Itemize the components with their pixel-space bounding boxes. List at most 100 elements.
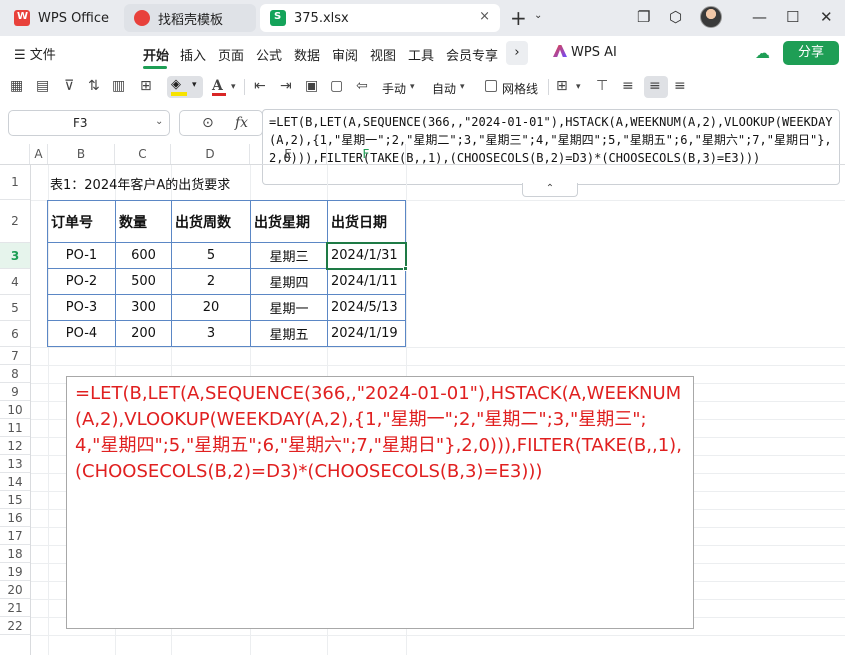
wps-ai-button[interactable]: WPS AI: [553, 45, 617, 60]
table-header-cell[interactable]: 出货星期: [250, 200, 328, 243]
name-box[interactable]: F3 ⌄: [8, 110, 170, 136]
row-header[interactable]: 2: [0, 200, 30, 243]
tab-tools[interactable]: 工具: [408, 45, 434, 64]
row-header[interactable]: 1: [0, 165, 30, 200]
chevron-down-icon[interactable]: ⌄: [155, 116, 163, 127]
table-cell[interactable]: PO-3: [47, 294, 116, 321]
column-header[interactable]: C: [115, 144, 171, 164]
row-header[interactable]: 18: [0, 545, 30, 563]
tab-template[interactable]: 找稻壳模板: [124, 4, 256, 32]
tab-wps-office[interactable]: WPS Office: [4, 4, 120, 32]
tab-data[interactable]: 数据: [294, 45, 320, 64]
table-cell[interactable]: 星期一: [250, 294, 328, 321]
tab-page[interactable]: 页面: [218, 45, 244, 64]
row-header[interactable]: 13: [0, 455, 30, 473]
tab-formula[interactable]: 公式: [256, 45, 282, 64]
table-cell[interactable]: 2024/5/13: [327, 294, 406, 321]
row-header[interactable]: 19: [0, 563, 30, 581]
table-cell[interactable]: 2: [171, 268, 251, 295]
select-all-corner[interactable]: [0, 144, 30, 164]
row-header[interactable]: 17: [0, 527, 30, 545]
sheet-title[interactable]: 表1：2024年客户A的出货要求: [50, 174, 230, 193]
tab-spreadsheet[interactable]: 375.xlsx ×: [260, 4, 500, 32]
close-window-icon[interactable]: ✕: [820, 8, 833, 26]
more-tabs-button[interactable]: ›: [506, 41, 528, 65]
merge-icon[interactable]: ▣: [305, 78, 318, 94]
tab-home[interactable]: 开始: [143, 45, 169, 64]
border-icon[interactable]: ⊞: [140, 78, 152, 94]
column-header[interactable]: F: [327, 144, 406, 164]
font-color-icon[interactable]: A: [212, 78, 223, 94]
tab-view[interactable]: 视图: [370, 45, 396, 64]
formula-text-box[interactable]: =LET(B,LET(A,SEQUENCE(366,,"2024-01-01")…: [66, 376, 694, 629]
table-header-cell[interactable]: 出货周数: [171, 200, 251, 243]
row-header[interactable]: 10: [0, 401, 30, 419]
table-header-cell[interactable]: 订单号: [47, 200, 116, 243]
avatar[interactable]: [700, 6, 722, 28]
column-header[interactable]: A: [30, 144, 48, 164]
table-cell[interactable]: 星期四: [250, 268, 328, 295]
table-cell[interactable]: 3: [171, 320, 251, 347]
number-format-icon[interactable]: ▦: [10, 78, 23, 94]
table-cell[interactable]: 2024/1/31: [327, 242, 406, 269]
fill-icon[interactable]: ▥: [112, 78, 125, 94]
table-cell[interactable]: PO-4: [47, 320, 116, 347]
fx-icon[interactable]: fx: [235, 115, 248, 131]
orientation-icon[interactable]: ⇦: [356, 78, 368, 94]
row-header[interactable]: 8: [0, 365, 30, 383]
clipboard-icon[interactable]: ▤: [36, 78, 49, 94]
table-cell[interactable]: 星期三: [250, 242, 328, 269]
row-header[interactable]: 3: [0, 243, 30, 269]
file-menu[interactable]: ☰ 文件: [14, 44, 56, 63]
close-tab-icon[interactable]: ×: [479, 9, 490, 24]
table-cell[interactable]: 20: [171, 294, 251, 321]
align-center-button[interactable]: ≡: [644, 76, 668, 98]
row-header[interactable]: 15: [0, 491, 30, 509]
table-cell[interactable]: PO-1: [47, 242, 116, 269]
row-header[interactable]: 16: [0, 509, 30, 527]
table-header-cell[interactable]: 数量: [115, 200, 172, 243]
tab-review[interactable]: 审阅: [332, 45, 358, 64]
fill-color-button[interactable]: ◈ ▾: [167, 76, 203, 98]
row-header[interactable]: 9: [0, 383, 30, 401]
chevron-down-icon[interactable]: ⌄: [534, 10, 542, 21]
fill-handle[interactable]: [403, 266, 408, 271]
tab-member[interactable]: 会员专享: [446, 45, 498, 64]
column-header[interactable]: E: [250, 144, 327, 164]
row-header[interactable]: 11: [0, 419, 30, 437]
chevron-down-icon[interactable]: ▾: [576, 82, 581, 92]
table-cell[interactable]: PO-2: [47, 268, 116, 295]
wrap-auto-dropdown[interactable]: 自动: [432, 80, 456, 97]
row-header[interactable]: 21: [0, 599, 30, 617]
table-cell[interactable]: 300: [115, 294, 172, 321]
table-cell[interactable]: 2024/1/11: [327, 268, 406, 295]
align-right-icon[interactable]: ≡: [674, 78, 686, 94]
table-style-icon[interactable]: ⊞: [556, 78, 568, 94]
minimize-icon[interactable]: —: [752, 8, 767, 26]
indent-decrease-icon[interactable]: ⇤: [254, 78, 266, 94]
chevron-down-icon[interactable]: ▾: [410, 82, 415, 92]
row-header[interactable]: 20: [0, 581, 30, 599]
table-cell[interactable]: 500: [115, 268, 172, 295]
table-cell[interactable]: 600: [115, 242, 172, 269]
table-cell[interactable]: 星期五: [250, 320, 328, 347]
chevron-down-icon[interactable]: ▾: [460, 82, 465, 92]
collapse-formula-button[interactable]: ⌃: [522, 183, 578, 197]
row-header[interactable]: 7: [0, 347, 30, 365]
table-cell[interactable]: 2024/1/19: [327, 320, 406, 347]
wrap-icon[interactable]: ▢: [330, 78, 343, 94]
row-header[interactable]: 6: [0, 321, 30, 347]
table-cell[interactable]: 200: [115, 320, 172, 347]
wrap-manual-dropdown[interactable]: 手动: [382, 80, 406, 97]
window-tile-icon[interactable]: ❐: [637, 8, 650, 26]
table-header-cell[interactable]: 出货日期: [327, 200, 406, 243]
share-button[interactable]: 分享: [783, 41, 839, 65]
maximize-icon[interactable]: ☐: [786, 8, 799, 26]
chevron-down-icon[interactable]: ▾: [231, 82, 236, 92]
filter-icon[interactable]: ⊽: [64, 78, 74, 94]
column-header[interactable]: B: [48, 144, 115, 164]
row-header[interactable]: 14: [0, 473, 30, 491]
sort-icon[interactable]: ⇅: [88, 78, 100, 94]
cloud-sync-icon[interactable]: ☁: [755, 44, 770, 62]
row-header[interactable]: 4: [0, 269, 30, 295]
